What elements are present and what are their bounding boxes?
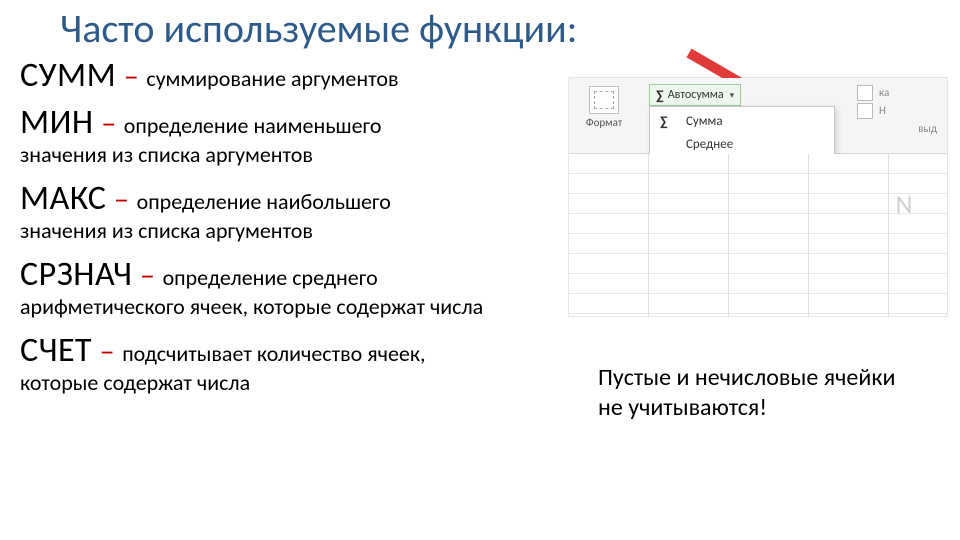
excel-screenshot: Формат ∑ Автосумма ▾ ка Н выд ∑Сумма С <box>568 77 948 317</box>
extra-text-1: ка <box>879 86 889 100</box>
min-row: МИН – определение наименьшего <box>20 102 560 143</box>
fn-name-count: СЧЕТ <box>20 330 92 371</box>
sep: – <box>101 105 116 142</box>
fn-sub-avg: арифметического ячеек, которые содержат … <box>20 293 560 320</box>
sigma-icon: ∑ <box>660 113 668 130</box>
extra-text-3: выд <box>918 122 937 136</box>
sep: – <box>140 257 155 294</box>
sep: – <box>100 333 115 370</box>
fn-name-max: МАКС <box>20 178 106 219</box>
sep: – <box>124 58 139 95</box>
fn-desc-max: определение наибольшего <box>137 188 391 215</box>
extra-text-2: Н <box>879 104 886 118</box>
chevron-down-icon: ▾ <box>730 90 735 101</box>
functions-list: СУММ – суммирование аргументов МИН – опр… <box>20 55 560 423</box>
slide-title: Часто используемые функции: <box>60 4 940 53</box>
spreadsheet-grid <box>569 154 947 316</box>
find-icon <box>857 103 873 119</box>
column-header-n: N <box>879 188 929 220</box>
fn-desc-avg: определение среднего <box>163 264 378 291</box>
fn-desc-sum: суммирование аргументов <box>146 65 398 92</box>
format-label: Формат <box>581 116 627 129</box>
note-text: Пустые и нечисловые ячейки не учитываютс… <box>568 363 908 423</box>
menu-sum[interactable]: ∑ Сумма <box>650 110 834 133</box>
count-row: СЧЕТ – подсчитывает количество ячеек, <box>20 330 560 371</box>
menu-avg-label: Среднее <box>686 137 733 152</box>
fn-name-sum: СУММ <box>20 55 116 96</box>
fn-sub-count: которые содержат числа <box>20 369 560 396</box>
sum-row: СУММ – суммирование аргументов <box>20 55 560 96</box>
fn-sub-min: значения из списка аргументов <box>20 141 560 168</box>
sep: – <box>114 181 129 218</box>
fn-desc-min: определение наименьшего <box>124 112 382 139</box>
ribbon-extra: ка Н выд <box>857 84 937 148</box>
menu-sum-label: Сумма <box>686 114 723 129</box>
autosum-button[interactable]: ∑ Автосумма ▾ <box>649 84 741 106</box>
autosum-label: Автосумма <box>668 88 724 102</box>
sort-icon <box>857 85 873 101</box>
fn-name-min: МИН <box>20 102 94 143</box>
sigma-icon: ∑ <box>656 87 664 104</box>
fn-sub-max: значения из списка аргументов <box>20 217 560 244</box>
excel-ribbon: Формат ∑ Автосумма ▾ ка Н выд ∑Сумма С <box>569 78 947 154</box>
fn-name-avg: СРЗНАЧ <box>20 254 132 295</box>
max-row: МАКС – определение наибольшего <box>20 178 560 219</box>
format-icon <box>589 86 619 114</box>
avg-row: СРЗНАЧ – определение среднего <box>20 254 560 295</box>
format-button[interactable]: Формат <box>581 86 627 129</box>
menu-avg[interactable]: Среднее <box>650 133 834 156</box>
fn-desc-count: подсчитывает количество ячеек, <box>122 340 425 367</box>
